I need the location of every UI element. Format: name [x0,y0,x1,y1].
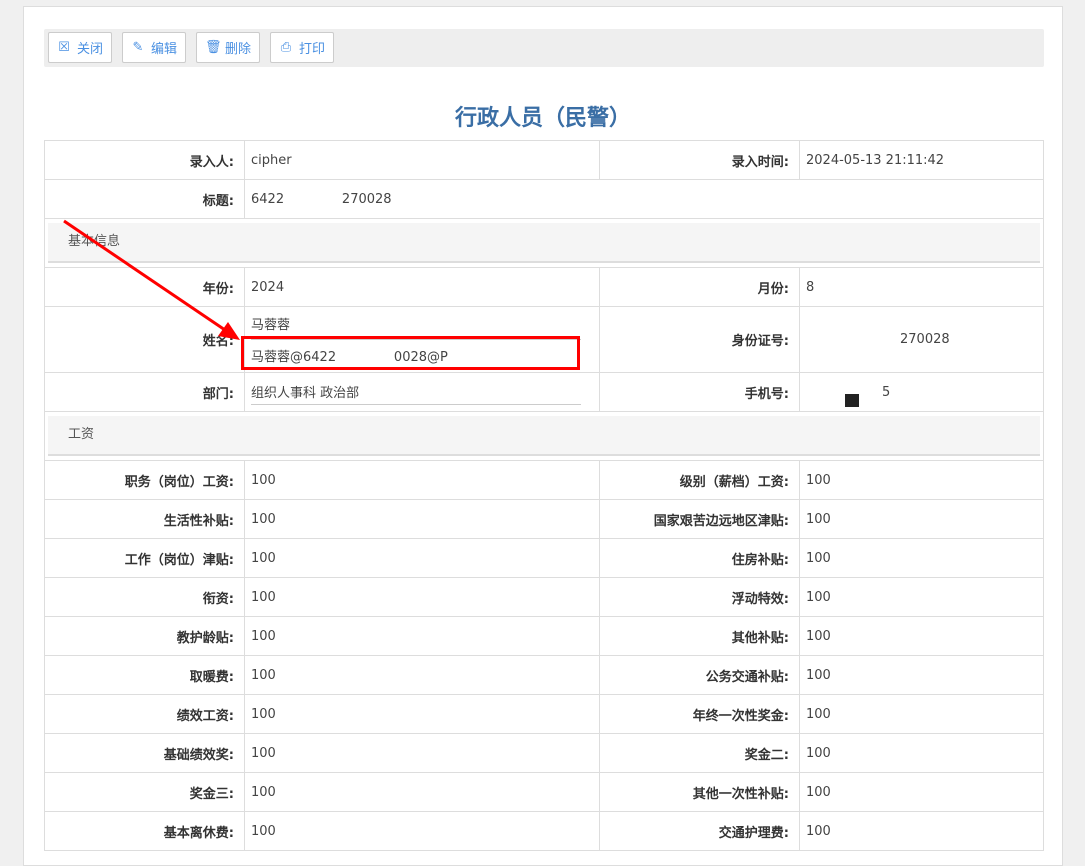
annotation-arrow [63,219,240,340]
